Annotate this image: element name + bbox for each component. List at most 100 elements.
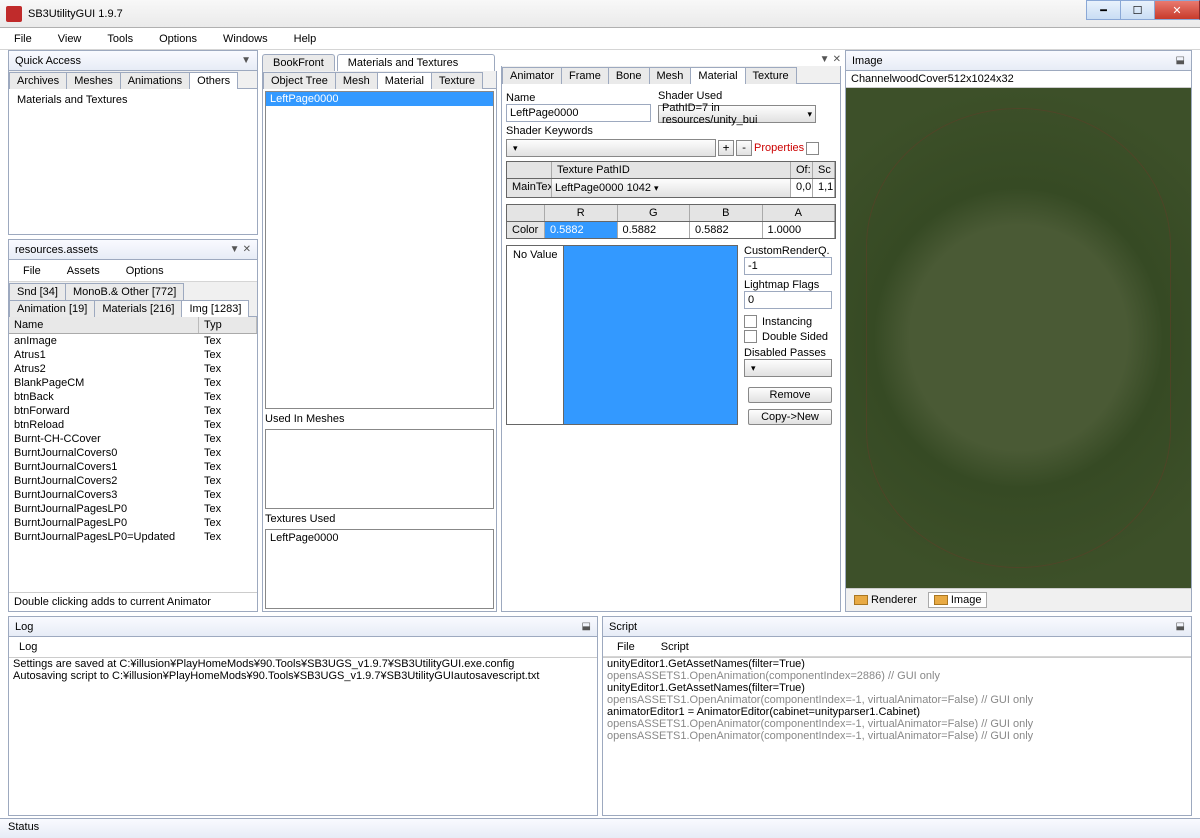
tab-texture2[interactable]: Texture <box>431 72 483 89</box>
dropdown-icon[interactable]: ▼ <box>241 55 251 66</box>
menu-view[interactable]: View <box>54 31 86 47</box>
tab-mesh2[interactable]: Mesh <box>335 72 378 89</box>
tab-animator[interactable]: Animator <box>502 67 562 84</box>
remove-keyword-button[interactable]: - <box>736 140 752 156</box>
script-line: opensASSETS1.OpenAnimator(componentIndex… <box>603 694 1191 706</box>
table-row[interactable]: Atrus2Tex <box>9 362 257 376</box>
add-keyword-button[interactable]: + <box>718 140 734 156</box>
a-input[interactable]: 1.0000 <box>763 222 836 238</box>
toptab-materials: Materials and Textures <box>337 54 495 71</box>
script-line: opensASSETS1.OpenAnimator(componentIndex… <box>603 730 1191 742</box>
table-row[interactable]: btnReloadTex <box>9 418 257 432</box>
tab-meshes[interactable]: Meshes <box>66 72 121 89</box>
table-row[interactable]: BurntJournalCovers3Tex <box>9 488 257 502</box>
minimize-button[interactable]: ━ <box>1086 0 1120 20</box>
table-row[interactable]: BurntJournalCovers0Tex <box>9 446 257 460</box>
dp-dropdown[interactable] <box>744 359 832 377</box>
close-icon[interactable]: ✕ <box>833 54 841 66</box>
instancing-checkbox[interactable] <box>744 315 757 328</box>
table-row[interactable]: anImageTex <box>9 334 257 348</box>
script-line: animatorEditor1 = AnimatorEditor(cabinet… <box>603 706 1191 718</box>
material-list-item[interactable]: LeftPage0000 <box>266 92 493 106</box>
properties-checkbox[interactable] <box>806 142 819 155</box>
col-name[interactable]: Name <box>9 317 199 333</box>
tab-mesh3[interactable]: Mesh <box>649 67 692 84</box>
doublesided-checkbox[interactable] <box>744 330 757 343</box>
table-row[interactable]: BurntJournalPagesLP0=UpdatedTex <box>9 530 257 544</box>
tab-snd[interactable]: Snd [34] <box>9 283 66 300</box>
script-menu-file[interactable]: File <box>613 639 639 655</box>
maintex-dropdown[interactable]: LeftPage0000 1042 <box>552 179 790 197</box>
tab-renderer[interactable]: Renderer <box>849 592 922 608</box>
table-row[interactable]: Atrus1Tex <box>9 348 257 362</box>
tab-anim[interactable]: Animation [19] <box>9 300 95 317</box>
name-input[interactable] <box>506 104 651 122</box>
table-row[interactable]: BurntJournalPagesLP0Tex <box>9 502 257 516</box>
maximize-button[interactable]: ☐ <box>1120 0 1154 20</box>
res-menu-file[interactable]: File <box>19 263 45 279</box>
pin-icon[interactable]: ⬓ <box>582 621 591 632</box>
of-val[interactable]: 0,0 <box>791 179 813 197</box>
color-label: Color <box>507 222 545 238</box>
crq-input[interactable] <box>744 257 832 275</box>
dropdown-icon[interactable]: ▼ <box>230 244 240 255</box>
g-input[interactable]: 0.5882 <box>618 222 691 238</box>
crq-label: CustomRenderQ. <box>744 245 836 257</box>
image-name: ChannelwoodCover <box>851 73 948 85</box>
tab-img[interactable]: Img [1283] <box>181 300 249 317</box>
col-texpath: Texture PathID <box>552 162 791 178</box>
tab-material2[interactable]: Material <box>377 72 432 89</box>
table-row[interactable]: BurntJournalPagesLP0Tex <box>9 516 257 530</box>
tab-bone[interactable]: Bone <box>608 67 650 84</box>
r-input[interactable]: 0.5882 <box>545 222 618 238</box>
texused-item[interactable]: LeftPage0000 <box>270 532 489 544</box>
tab-frame[interactable]: Frame <box>561 67 609 84</box>
tab-material3[interactable]: Material <box>690 67 745 84</box>
tab-animations[interactable]: Animations <box>120 72 190 89</box>
tab-mat[interactable]: Materials [216] <box>94 300 182 317</box>
menu-tools[interactable]: Tools <box>103 31 137 47</box>
col-type[interactable]: Typ <box>199 317 257 333</box>
remove-button[interactable]: Remove <box>748 387 832 403</box>
res-menu-assets[interactable]: Assets <box>63 263 104 279</box>
qa-item[interactable]: Materials and Textures <box>13 93 253 107</box>
close-icon[interactable]: ✕ <box>243 244 251 255</box>
dropdown-icon[interactable]: ▼ <box>820 54 830 66</box>
tab-others[interactable]: Others <box>189 72 238 89</box>
menu-file[interactable]: File <box>10 31 36 47</box>
table-row[interactable]: btnBackTex <box>9 390 257 404</box>
log-panel-title: Log <box>15 621 33 633</box>
log-tab[interactable]: Log <box>9 637 597 657</box>
close-button[interactable]: ✕ <box>1154 0 1200 20</box>
res-menu-options[interactable]: Options <box>122 263 168 279</box>
table-row[interactable]: btnForwardTex <box>9 404 257 418</box>
table-row[interactable]: BlankPageCMTex <box>9 376 257 390</box>
menu-options[interactable]: Options <box>155 31 201 47</box>
renderer-icon <box>854 595 868 605</box>
tab-archives[interactable]: Archives <box>9 72 67 89</box>
tab-objecttree[interactable]: Object Tree <box>263 72 336 89</box>
novalue-bar[interactable] <box>564 246 737 424</box>
tab-image[interactable]: Image <box>928 592 988 608</box>
script-menu-script[interactable]: Script <box>657 639 693 655</box>
pin-icon[interactable]: ⬓ <box>1176 621 1185 632</box>
menu-help[interactable]: Help <box>290 31 321 47</box>
script-content: unityEditor1.GetAssetNames(filter=True)o… <box>603 657 1191 815</box>
tab-texture3[interactable]: Texture <box>745 67 797 84</box>
table-row[interactable]: BurntJournalCovers1Tex <box>9 460 257 474</box>
properties-label: Properties <box>754 142 804 154</box>
menu-windows[interactable]: Windows <box>219 31 272 47</box>
maintex-label: MainTex <box>507 179 552 197</box>
keywords-dropdown[interactable] <box>506 139 716 157</box>
copynew-button[interactable]: Copy->New <box>748 409 832 425</box>
lmf-input[interactable] <box>744 291 832 309</box>
table-row[interactable]: Burnt-CH-CCoverTex <box>9 432 257 446</box>
b-input[interactable]: 0.5882 <box>690 222 763 238</box>
pin-icon[interactable]: ⬓ <box>1176 55 1185 66</box>
toptab-bookfront[interactable]: BookFront <box>262 54 335 71</box>
sc-val[interactable]: 1,1 <box>813 179 835 197</box>
table-row[interactable]: BurntJournalCovers2Tex <box>9 474 257 488</box>
quickaccess-title: Quick Access <box>15 55 81 67</box>
shader-dropdown[interactable]: PathID=7 in resources/unity_bui <box>658 105 816 123</box>
tab-monob[interactable]: MonoB.& Other [772] <box>65 283 184 300</box>
